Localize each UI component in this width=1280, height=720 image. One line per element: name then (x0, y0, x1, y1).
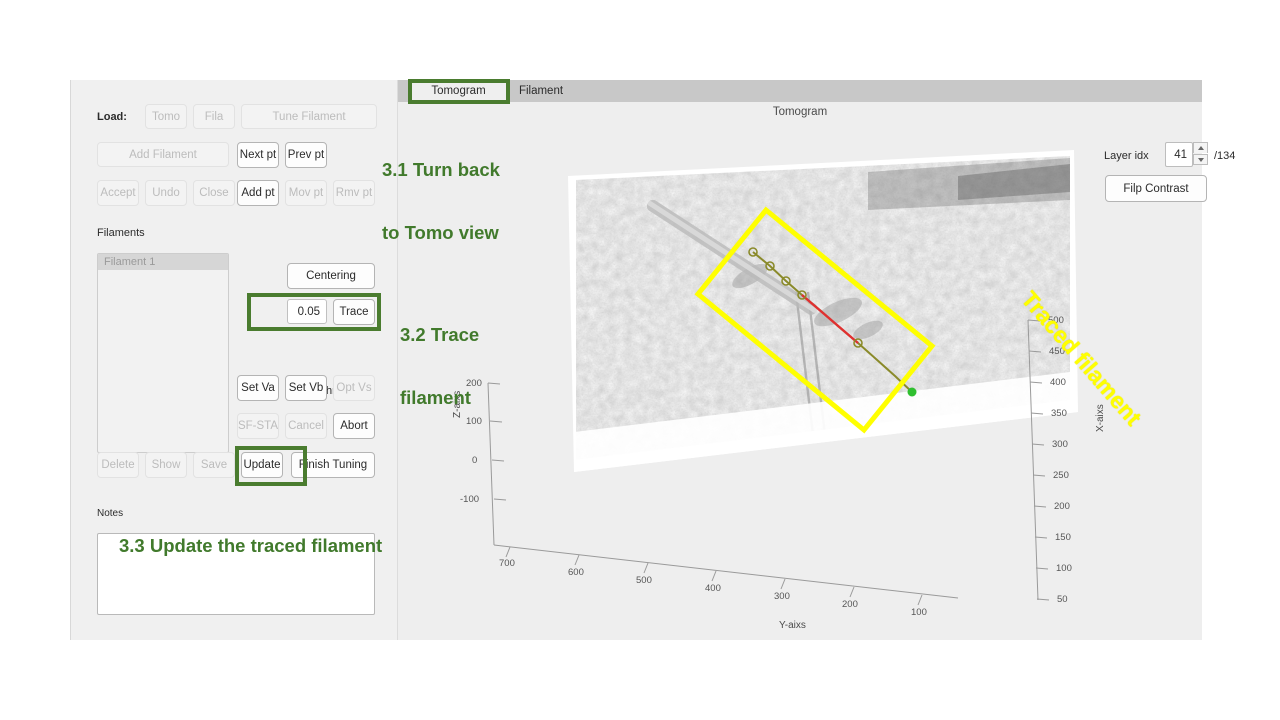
flip-contrast-button[interactable]: Filp Contrast (1105, 175, 1207, 202)
y-axis-label: Y-aixs (779, 620, 806, 631)
abort-button[interactable]: Abort (333, 413, 375, 439)
plot-panel: Tomogram Filament Tomogram 200 100 0 -10… (397, 79, 1235, 640)
layer-idx-input[interactable]: 41 (1165, 142, 1193, 167)
mov-pt-button[interactable]: Mov pt (285, 180, 327, 206)
y-tick-0: 700 (499, 558, 515, 569)
filament-listbox[interactable]: Filament 1 (97, 253, 229, 453)
y-tick-2: 500 (636, 575, 652, 586)
undo-button[interactable]: Undo (145, 180, 187, 206)
highlight-trace-controls (247, 293, 381, 331)
layer-idx-label: Layer idx (1104, 150, 1149, 162)
annotation-3-1-line2: to Tomo view (382, 221, 499, 243)
y-tick-6: 100 (911, 607, 927, 618)
y-axis (493, 544, 959, 606)
highlight-tomogram-tab (408, 79, 510, 104)
annotation-3-2-line1: 3.2 Trace (400, 324, 480, 346)
y-tick-5: 200 (842, 599, 858, 610)
layer-idx-spinner-down[interactable] (1193, 154, 1208, 165)
sf-sta-button[interactable]: SF-STA (237, 413, 279, 439)
annotation-3-3: 3.3 Update the traced filament (119, 495, 382, 578)
next-pt-button[interactable]: Next pt (237, 142, 279, 168)
highlight-update-button (235, 446, 307, 486)
x-tick-7: 150 (1055, 532, 1071, 543)
opt-vs-button[interactable]: Opt Vs (333, 375, 375, 401)
y-tick-4: 300 (774, 591, 790, 602)
centering-button[interactable]: Centering (287, 263, 375, 289)
layer-idx-spinner-up[interactable] (1193, 142, 1208, 153)
load-fila-button[interactable]: Fila (193, 104, 235, 129)
save-button[interactable]: Save (193, 452, 235, 478)
add-pt-button[interactable]: Add pt (237, 180, 279, 206)
set-va-button[interactable]: Set Va (237, 375, 279, 401)
list-item[interactable]: Filament 1 (98, 254, 228, 270)
cancel-button[interactable]: Cancel (285, 413, 327, 439)
add-filament-button[interactable]: Add Filament (97, 142, 229, 167)
annotation-3-1-line1: 3.1 Turn back (382, 159, 500, 181)
accept-button[interactable]: Accept (97, 180, 139, 206)
close-button[interactable]: Close (193, 180, 235, 206)
z-tick-2: 0 (472, 455, 478, 466)
prev-pt-button[interactable]: Prev pt (285, 142, 327, 168)
x-tick-3: 350 (1051, 408, 1067, 419)
x-tick-8: 100 (1056, 563, 1072, 574)
annotation-3-2: 3.2 Trace filament (400, 284, 479, 429)
x-axis-label: X-aixs (1095, 404, 1106, 432)
x-tick-4: 300 (1052, 439, 1068, 450)
set-vb-button[interactable]: Set Vb (285, 375, 327, 401)
x-tick-9: 50 (1057, 594, 1068, 605)
rmv-pt-button[interactable]: Rmv pt (333, 180, 375, 206)
delete-button[interactable]: Delete (97, 452, 139, 478)
x-tick-2: 400 (1050, 377, 1066, 388)
annotation-3-3-line1: 3.3 Update the traced filament (119, 535, 383, 557)
z-tick-3: -100 (460, 494, 480, 505)
load-label: Load: (97, 111, 127, 123)
x-tick-6: 200 (1054, 501, 1070, 512)
y-tick-3: 400 (705, 583, 721, 594)
load-tomo-button[interactable]: Tomo (145, 104, 187, 129)
x-tick-5: 250 (1053, 470, 1069, 481)
annotation-3-2-line2: filament (400, 386, 471, 408)
filaments-label: Filaments (97, 227, 145, 239)
z-axis (487, 382, 507, 546)
y-tick-1: 600 (568, 567, 584, 578)
layer-total-label: /134 (1214, 150, 1236, 162)
tune-filament-button[interactable]: Tune Filament (241, 104, 377, 129)
show-button[interactable]: Show (145, 452, 187, 478)
annotation-3-1: 3.1 Turn back to Tomo view (382, 119, 500, 264)
